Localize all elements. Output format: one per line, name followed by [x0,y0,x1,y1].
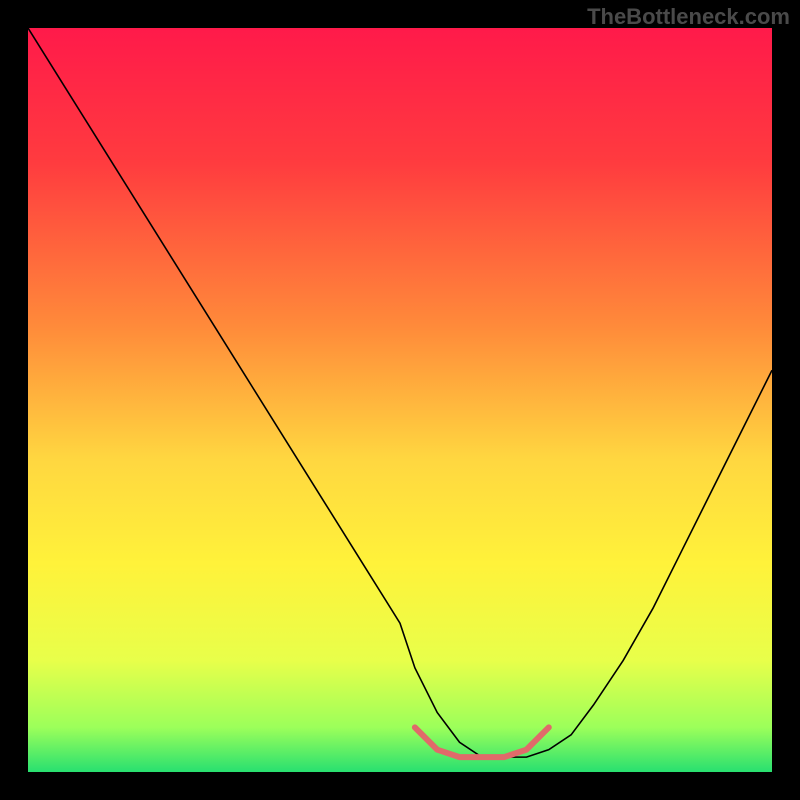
watermark-text: TheBottleneck.com [587,4,790,30]
chart-svg [28,28,772,772]
plot-frame [28,28,772,772]
gradient-background [28,28,772,772]
